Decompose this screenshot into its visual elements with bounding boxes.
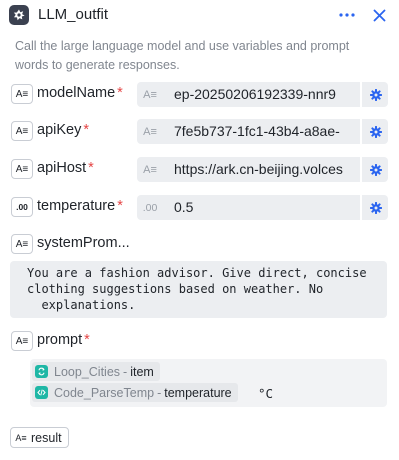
system-prompt-editor[interactable]: You are a fashion advisor. Give direct, … xyxy=(10,261,387,318)
more-options-button[interactable] xyxy=(338,6,356,24)
prompt-editor[interactable]: Loop_Cities - item Code_ParseTemp - temp… xyxy=(30,359,387,407)
param-name: modelName xyxy=(37,85,116,101)
node-description: Call the large language model and use va… xyxy=(15,39,350,72)
llm-node-panel: LLM_outfit Call the large language model… xyxy=(0,0,399,460)
chip-separator: - xyxy=(157,385,162,400)
param-row-temperature: .00 temperature * .00 0.5 xyxy=(0,195,399,221)
apikey-input[interactable]: A≡ 7fe5b737-1fc1-43b4-a8ae- xyxy=(137,119,388,144)
string-type-icon: A≡ xyxy=(11,331,33,351)
string-type-icon: A≡ xyxy=(11,84,33,104)
chip-variable-name: temperature xyxy=(164,385,232,400)
field-value[interactable]: ep-20250206192339-nnr9 xyxy=(174,82,350,107)
field-divider xyxy=(360,195,362,220)
required-marker: * xyxy=(117,85,123,101)
close-icon xyxy=(373,9,385,21)
llm-node-icon xyxy=(9,5,29,25)
string-type-icon: A≡ xyxy=(11,121,33,141)
settings-button[interactable] xyxy=(363,157,388,182)
param-row-modelname: A≡ modelName * A≡ ep-20250206192339-nnr9 xyxy=(0,82,399,108)
gear-icon xyxy=(369,163,382,176)
settings-button[interactable] xyxy=(363,195,388,220)
gear-icon xyxy=(369,125,382,138)
node-header: LLM_outfit xyxy=(0,0,399,32)
param-row-apihost: A≡ apiHost * A≡ https://ark.cn-beijing.vo… xyxy=(0,157,399,183)
field-divider xyxy=(360,157,362,182)
output-name: result xyxy=(31,430,62,445)
param-row-systemprompt: A≡ systemProm... xyxy=(0,232,399,258)
field-divider xyxy=(360,82,362,107)
chip-variable-name: item xyxy=(130,364,154,379)
prompt-unit-text: °C xyxy=(258,386,274,401)
settings-button[interactable] xyxy=(363,119,388,144)
param-name: apiHost xyxy=(37,160,87,176)
field-value[interactable]: 7fe5b737-1fc1-43b4-a8ae- xyxy=(174,119,350,144)
string-type-icon: A≡ xyxy=(143,163,157,176)
apihost-input[interactable]: A≡ https://ark.cn-beijing.volces xyxy=(137,157,388,182)
more-dots-icon xyxy=(339,13,355,17)
field-divider xyxy=(360,119,362,144)
output-variable-result[interactable]: A≡ result xyxy=(10,427,69,448)
field-value[interactable]: https://ark.cn-beijing.volces xyxy=(174,157,350,182)
string-type-icon: A≡ xyxy=(143,88,157,101)
param-name: apiKey xyxy=(37,122,82,138)
variable-chip[interactable]: Loop_Cities - item xyxy=(32,362,160,381)
close-button[interactable] xyxy=(370,6,388,24)
settings-button[interactable] xyxy=(363,82,388,107)
param-name: prompt xyxy=(37,332,83,348)
required-marker: * xyxy=(83,122,89,138)
required-marker: * xyxy=(117,198,123,214)
string-type-icon: A≡ xyxy=(15,432,27,443)
string-type-icon: A≡ xyxy=(143,125,157,138)
required-marker: * xyxy=(84,332,90,348)
param-label: temperature * xyxy=(37,198,123,214)
param-label: modelName * xyxy=(37,85,123,101)
code-icon xyxy=(35,386,48,399)
param-label: apiKey * xyxy=(37,122,89,138)
number-type-icon: .00 xyxy=(142,201,158,214)
field-value[interactable]: 0.5 xyxy=(174,195,350,220)
param-name: temperature xyxy=(37,198,116,214)
param-row-prompt: A≡ prompt * xyxy=(0,329,399,355)
gear-icon xyxy=(369,88,382,101)
node-title: LLM_outfit xyxy=(38,6,109,23)
string-type-icon: A≡ xyxy=(11,234,33,254)
param-name: systemProm... xyxy=(37,235,130,251)
chip-separator: - xyxy=(123,364,128,379)
param-label: prompt * xyxy=(37,332,90,348)
gear-icon xyxy=(369,201,382,214)
loop-icon xyxy=(35,365,48,378)
variable-chip[interactable]: Code_ParseTemp - temperature xyxy=(32,383,238,402)
param-label: apiHost * xyxy=(37,160,94,176)
temperature-input[interactable]: .00 0.5 xyxy=(137,195,388,220)
chip-node-name: Loop_Cities xyxy=(54,364,121,379)
modelname-input[interactable]: A≡ ep-20250206192339-nnr9 xyxy=(137,82,388,107)
param-row-apikey: A≡ apiKey * A≡ 7fe5b737-1fc1-43b4-a8ae- xyxy=(0,119,399,145)
string-type-icon: A≡ xyxy=(11,159,33,179)
required-marker: * xyxy=(88,160,94,176)
chip-node-name: Code_ParseTemp xyxy=(54,385,155,400)
number-type-icon: .00 xyxy=(11,197,33,217)
